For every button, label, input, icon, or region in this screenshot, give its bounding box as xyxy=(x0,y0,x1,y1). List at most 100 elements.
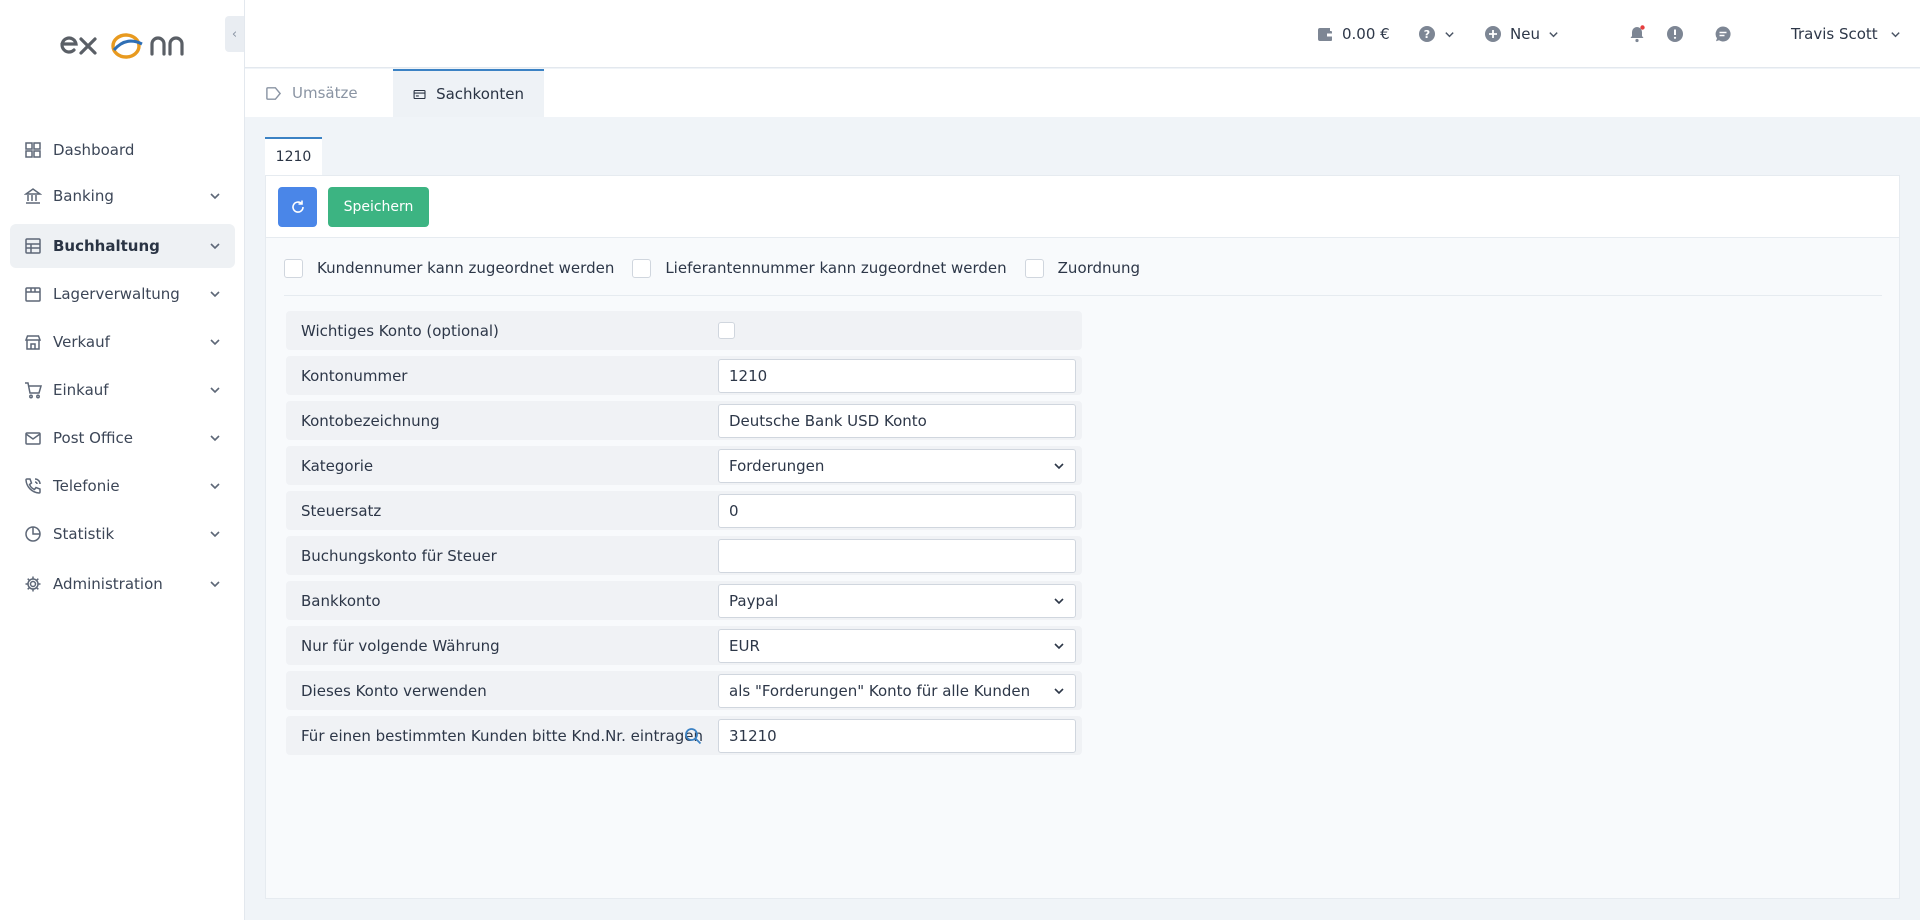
sidebar-item-verkauf[interactable]: Verkauf xyxy=(10,320,235,364)
form-row-account-number: Kontonummer 1210 xyxy=(286,356,1082,395)
field-label: Dieses Konto verwenden xyxy=(301,681,487,700)
sidebar-item-administration[interactable]: Administration xyxy=(10,562,235,606)
mail-icon xyxy=(25,432,41,445)
gear-icon xyxy=(25,576,41,592)
chevron-down-icon xyxy=(1890,31,1900,37)
sidebar-item-label: Telefonie xyxy=(53,477,120,495)
chevron-down-icon xyxy=(1054,688,1064,695)
field-label: Wichtiges Konto (optional) xyxy=(301,321,499,340)
form-row-bank-account: Bankkonto Paypal xyxy=(286,581,1082,620)
alerts-button[interactable] xyxy=(1666,0,1684,68)
field-label: Buchungskonto für Steuer xyxy=(301,546,497,565)
top-header: 0.00 € ? Neu Travis Scott xyxy=(245,0,1920,68)
chevron-down-icon xyxy=(210,483,220,490)
chevron-down-icon xyxy=(210,531,220,538)
tabs-bar: Umsätze Sachkonten xyxy=(245,69,1920,117)
sidebar-item-label: Verkauf xyxy=(53,333,110,351)
sidebar-item-post-office[interactable]: Post Office xyxy=(10,416,235,460)
bank-icon xyxy=(24,188,42,204)
chevron-down-icon xyxy=(210,193,220,200)
usage-select[interactable]: als "Forderungen" Konto für alle Kunden xyxy=(718,674,1076,708)
field-value: EUR xyxy=(729,637,760,655)
cart-icon xyxy=(25,382,42,399)
tax-account-input[interactable] xyxy=(718,539,1076,573)
checkbox[interactable] xyxy=(632,258,652,278)
sidebar-item-statistik[interactable]: Statistik xyxy=(10,512,235,556)
form-row-tax-account: Buchungskonto für Steuer xyxy=(286,536,1082,575)
checkbox[interactable] xyxy=(1024,258,1044,278)
account-name-input[interactable]: Deutsche Bank USD Konto xyxy=(718,404,1076,438)
form-row-tax-rate: Steuersatz 0 xyxy=(286,491,1082,530)
notifications-button[interactable] xyxy=(1628,0,1646,68)
chevron-down-icon xyxy=(210,291,220,298)
tag-icon xyxy=(266,86,282,100)
chevron-down-icon xyxy=(210,581,220,588)
new-menu[interactable]: Neu xyxy=(1484,0,1559,68)
checkbox-customer-number[interactable]: Kundennumer kann zugeordnet werden xyxy=(284,258,614,278)
checkbox[interactable] xyxy=(284,258,303,278)
store-icon xyxy=(24,335,42,350)
field-value: Paypal xyxy=(729,592,779,610)
panel-toolbar: Speichern xyxy=(266,176,1899,238)
sidebar-item-dashboard[interactable]: Dashboard xyxy=(10,128,235,172)
tax-rate-input[interactable]: 0 xyxy=(718,494,1076,528)
refresh-icon xyxy=(291,200,304,213)
field-value: 31210 xyxy=(729,727,777,745)
sidebar-item-banking[interactable]: Banking xyxy=(10,174,235,218)
new-label: Neu xyxy=(1510,25,1540,43)
sidebar-item-label: Buchhaltung xyxy=(53,237,160,255)
chevron-down-icon xyxy=(1054,643,1064,650)
tab-umsaetze[interactable]: Umsätze xyxy=(245,69,393,117)
checkbox-supplier-number[interactable]: Lieferantennummer kann zugeordnet werden xyxy=(632,258,1007,278)
form-row-account-name: Kontobezeichnung Deutsche Bank USD Konto xyxy=(286,401,1082,440)
form-row-important: Wichtiges Konto (optional) xyxy=(286,311,1082,350)
save-button[interactable]: Speichern xyxy=(328,187,429,227)
dashboard-icon xyxy=(25,142,41,158)
form-row-category: Kategorie Forderungen xyxy=(286,446,1082,485)
currency-select[interactable]: EUR xyxy=(718,629,1076,663)
user-menu[interactable]: Travis Scott xyxy=(1791,0,1901,68)
field-label: Für einen bestimmten Kunden bitte Knd.Nr… xyxy=(301,726,704,745)
sidebar-item-lagerverwaltung[interactable]: Lagerverwaltung xyxy=(10,272,235,316)
exonn-logo[interactable] xyxy=(48,26,198,66)
pie-chart-icon xyxy=(25,526,41,542)
help-menu[interactable]: ? xyxy=(1418,0,1455,68)
refresh-button[interactable] xyxy=(278,187,317,227)
form-row-currency: Nur für volgende Währung EUR xyxy=(286,626,1082,665)
tab-sachkonten[interactable]: Sachkonten xyxy=(393,69,544,117)
balance-widget[interactable]: 0.00 € xyxy=(1316,0,1390,68)
sidebar-item-einkauf[interactable]: Einkauf xyxy=(10,368,235,412)
account-number-input[interactable]: 1210 xyxy=(718,359,1076,393)
sidebar-item-label: Administration xyxy=(53,575,163,593)
chat-icon xyxy=(1715,26,1731,42)
sidebar-item-telefonie[interactable]: Telefonie xyxy=(10,464,235,508)
sidebar-item-buchhaltung[interactable]: Buchhaltung xyxy=(10,224,235,268)
field-label: Kontonummer xyxy=(301,366,408,385)
checkbox-label: Lieferantennummer kann zugeordnet werden xyxy=(665,259,1007,277)
svg-text:?: ? xyxy=(1424,28,1430,41)
balance-amount: 0.00 € xyxy=(1342,25,1390,43)
field-label: Nur für volgende Währung xyxy=(301,636,500,655)
phone-icon xyxy=(25,478,41,494)
bank-account-select[interactable]: Paypal xyxy=(718,584,1076,618)
field-label: Steuersatz xyxy=(301,501,382,520)
sidebar-collapse-button[interactable]: ‹ xyxy=(225,16,244,52)
search-icon[interactable] xyxy=(684,727,702,745)
important-checkbox[interactable] xyxy=(718,322,735,339)
plus-circle-icon xyxy=(1485,26,1501,42)
wallet-icon xyxy=(1318,28,1332,41)
ledger-icon xyxy=(25,238,41,254)
customer-number-input[interactable]: 31210 xyxy=(718,719,1076,753)
category-select[interactable]: Forderungen xyxy=(718,449,1076,483)
field-label: Kategorie xyxy=(301,456,374,475)
chevron-down-icon xyxy=(210,339,220,346)
field-value: 1210 xyxy=(729,367,768,385)
sidebar-item-label: Banking xyxy=(53,187,114,205)
sidebar-item-label: Lagerverwaltung xyxy=(53,285,180,303)
messages-button[interactable] xyxy=(1714,0,1732,68)
checkbox-assignment[interactable]: Zuordnung xyxy=(1024,258,1141,278)
subtab-1210[interactable]: 1210 xyxy=(265,137,322,175)
checkbox-label: Zuordnung xyxy=(1057,259,1141,277)
assignment-checkboxes: Kundennumer kann zugeordnet werden Liefe… xyxy=(284,257,1158,279)
account-panel: Speichern Kundennumer kann zugeordnet we… xyxy=(265,175,1900,899)
